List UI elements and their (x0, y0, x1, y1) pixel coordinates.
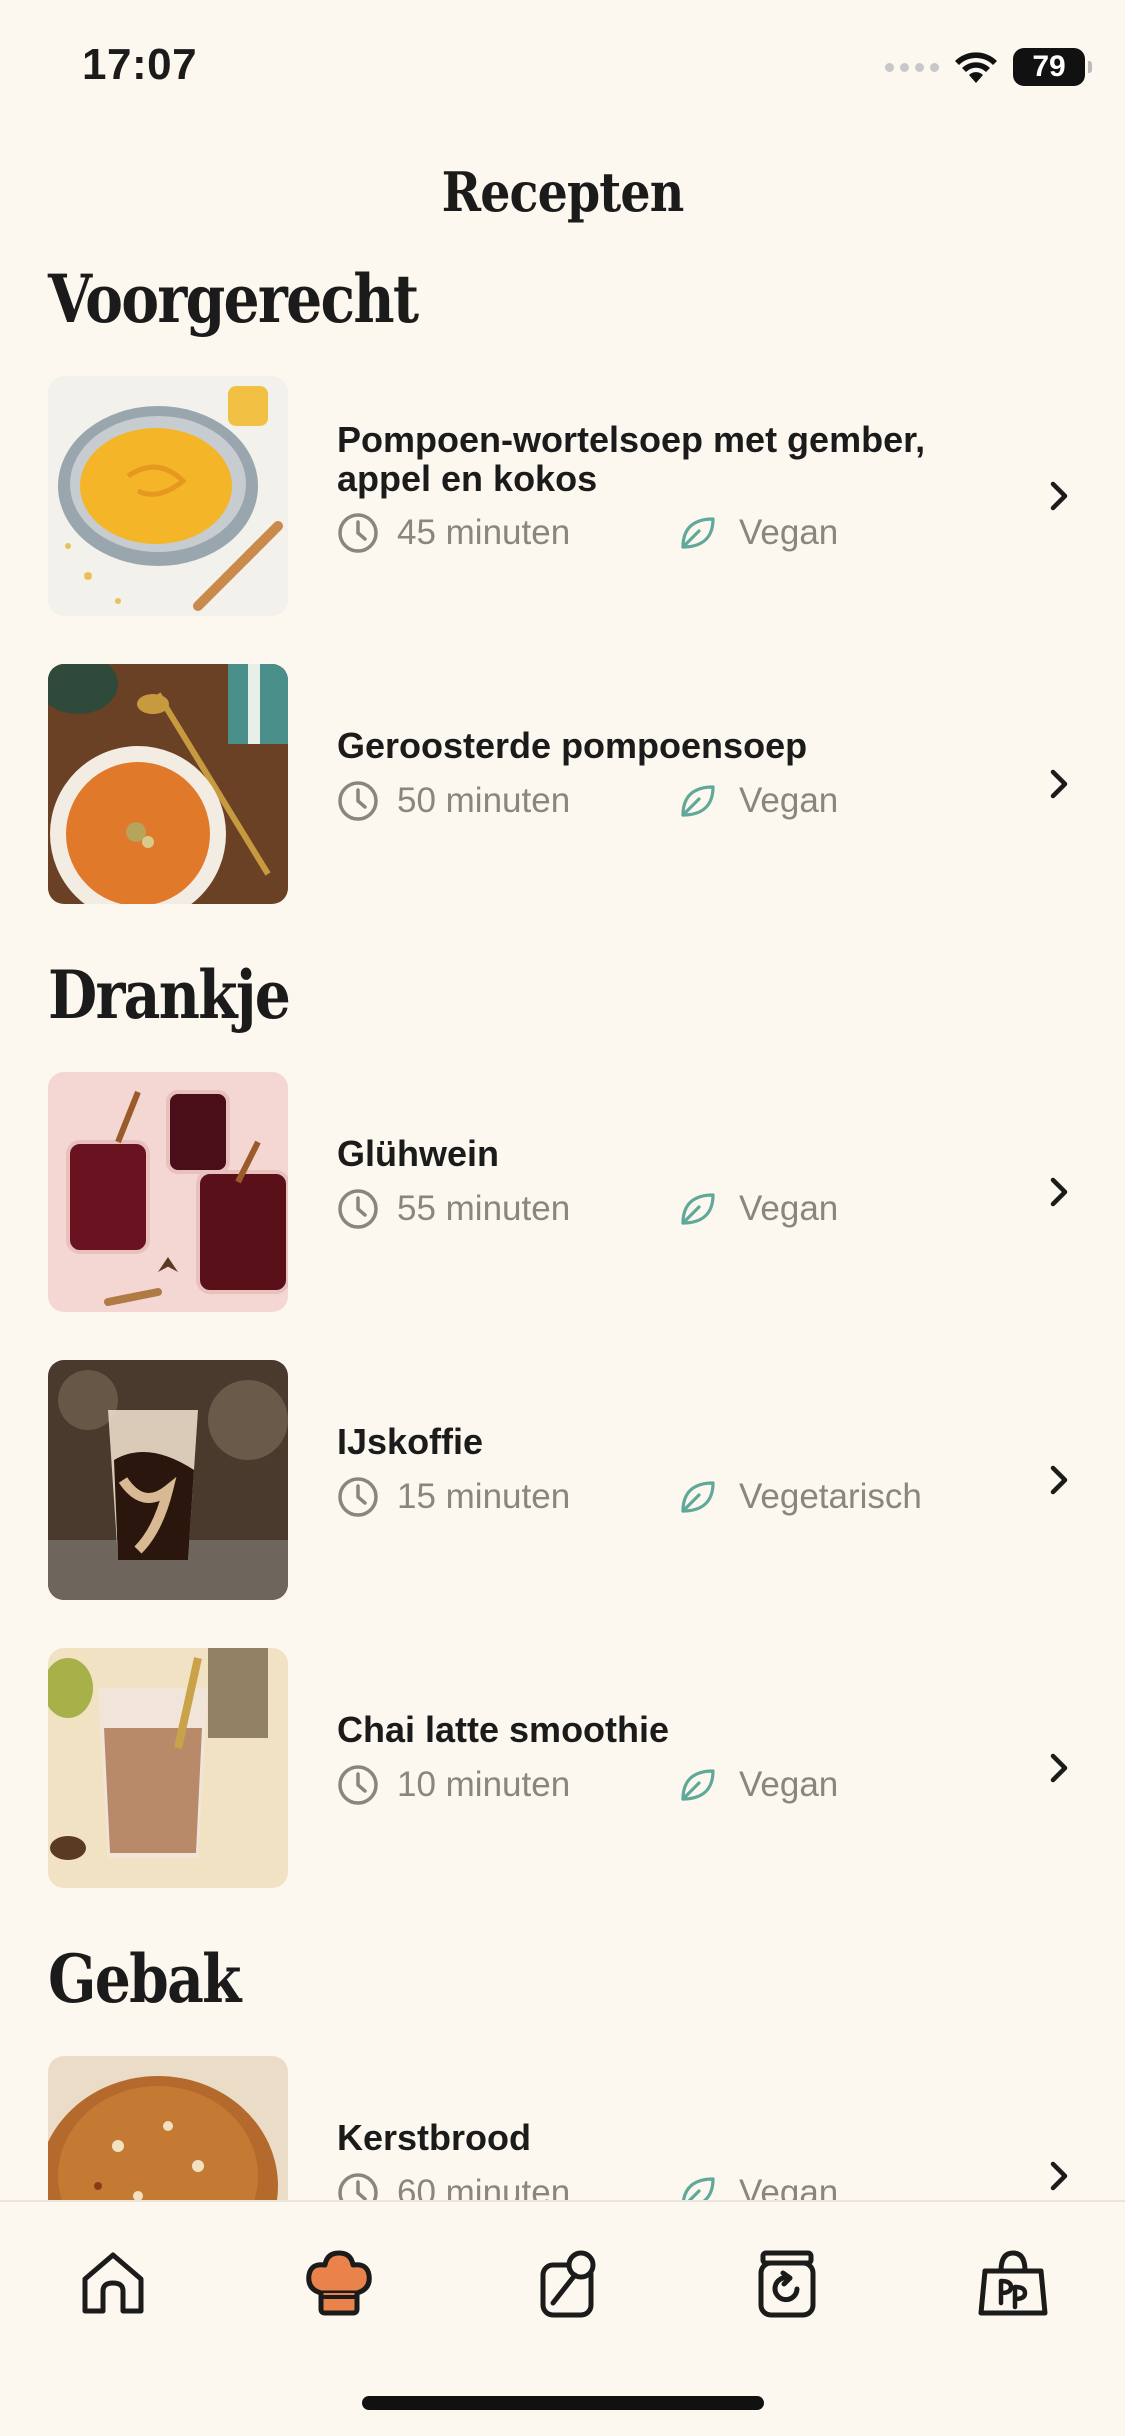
recipe-list[interactable]: Voorgerecht Pompoen-wortelsoep met gembe… (0, 250, 1125, 2200)
status-bar: 17:07 79 (0, 0, 1125, 135)
recipe-title: Glühwein (337, 1133, 499, 1174)
leaf-icon (681, 1193, 715, 1225)
clock-icon (338, 1189, 378, 1229)
refill-jar-icon (758, 2250, 816, 2318)
status-time: 17:07 (82, 40, 198, 89)
recipe-meta: 10 minuten Vegan (337, 1764, 838, 1806)
chevron-right-icon (1050, 481, 1068, 511)
tab-pantry[interactable] (524, 2238, 614, 2328)
chevron-right-icon (1050, 769, 1068, 799)
tab-home[interactable] (68, 2238, 158, 2328)
bottom-tab-bar (0, 2200, 1125, 2436)
recipe-thumbnail (48, 376, 288, 616)
recipe-time: 45 minuten (397, 513, 571, 552)
tab-shop[interactable] (968, 2238, 1058, 2328)
clock-icon (338, 513, 378, 553)
clock-icon (338, 781, 378, 821)
recipe-row-kerstbrood[interactable]: Kerstbrood 60 minuten Vegan (0, 2056, 1125, 2200)
recipe-row-ijskoffie[interactable]: IJskoffie 15 minuten Vegetarisch (0, 1360, 1125, 1600)
jar-spoon-icon (540, 2250, 596, 2318)
recipe-thumbnail (48, 2056, 288, 2200)
chevron-right-icon (1050, 1465, 1068, 1495)
recipe-diet: Vegetarisch (739, 1477, 922, 1516)
recipe-thumbnail (48, 1648, 288, 1888)
recipe-title: Chai latte smoothie (337, 1709, 670, 1750)
recipe-time: 15 minuten (397, 1477, 571, 1516)
recipe-diet: Vegan (739, 1765, 839, 1804)
recipe-time: 60 minuten (397, 2173, 571, 2200)
recipe-thumbnail (48, 1360, 288, 1600)
recipe-meta: 15 minuten Vegetarisch (337, 1476, 922, 1518)
home-indicator[interactable] (362, 2396, 764, 2410)
clock-icon (338, 2173, 378, 2200)
recipe-row-gluhwein[interactable]: Glühwein 55 minuten Vegan (0, 1072, 1125, 1312)
section-title-gebak: Gebak (48, 1940, 241, 2018)
section-title-drankje: Drankje (48, 956, 291, 1034)
cellular-signal-icon (885, 62, 939, 72)
tab-refill[interactable] (742, 2238, 832, 2328)
recipe-row-pompoen-wortelsoep[interactable]: Pompoen-wortelsoep met gember, appel en … (0, 376, 1125, 616)
recipe-meta: 45 minuten Vegan (337, 512, 838, 554)
recipe-meta: 50 minuten Vegan (337, 780, 838, 822)
recipe-time: 10 minuten (397, 1765, 571, 1804)
leaf-icon (681, 1481, 715, 1513)
battery-level: 79 (1032, 50, 1066, 83)
chevron-right-icon (1050, 2161, 1068, 2191)
recipe-time: 55 minuten (397, 1189, 571, 1228)
recipe-diet: Vegan (739, 2173, 839, 2200)
wifi-icon (955, 52, 997, 83)
recipe-title: Pompoen-wortelsoep met gember, appel en … (337, 419, 926, 499)
recipe-meta: 60 minuten Vegan (337, 2172, 838, 2200)
recipe-thumbnail (48, 664, 288, 904)
leaf-icon (681, 2177, 715, 2200)
leaf-icon (681, 785, 715, 817)
recipe-title: IJskoffie (337, 1421, 484, 1462)
recipe-thumbnail (48, 1072, 288, 1312)
clock-icon (338, 1477, 378, 1517)
tab-recipes[interactable] (294, 2238, 384, 2328)
battery-icon: 79 (1013, 48, 1092, 86)
section-title-voorgerecht: Voorgerecht (48, 260, 419, 338)
recipe-row-geroosterde-pompoensoep[interactable]: Geroosterde pompoensoep 50 minuten Vegan (0, 664, 1125, 904)
chef-hat-icon (306, 2250, 372, 2316)
chevron-right-icon (1050, 1177, 1068, 1207)
recipe-time: 50 minuten (397, 781, 571, 820)
leaf-icon (681, 517, 715, 549)
recipe-row-chai-latte-smoothie[interactable]: Chai latte smoothie 10 minuten Vegan (0, 1648, 1125, 1888)
recipe-title: Kerstbrood (337, 2117, 532, 2158)
home-icon (82, 2252, 144, 2314)
page-title: Recepten (441, 160, 685, 224)
leaf-icon (681, 1769, 715, 1801)
recipe-title: Geroosterde pompoensoep (337, 725, 808, 766)
recipe-diet: Vegan (739, 1189, 839, 1228)
recipes-screen: 17:07 79 Recepten Voorgerecht Pompoen-wo… (0, 0, 1125, 2436)
recipe-diet: Vegan (739, 781, 839, 820)
recipe-diet: Vegan (739, 513, 839, 552)
shopping-bag-icon (978, 2250, 1048, 2316)
clock-icon (338, 1765, 378, 1805)
chevron-right-icon (1050, 1753, 1068, 1783)
recipe-meta: 55 minuten Vegan (337, 1188, 838, 1230)
status-icons: 79 (885, 48, 1092, 86)
